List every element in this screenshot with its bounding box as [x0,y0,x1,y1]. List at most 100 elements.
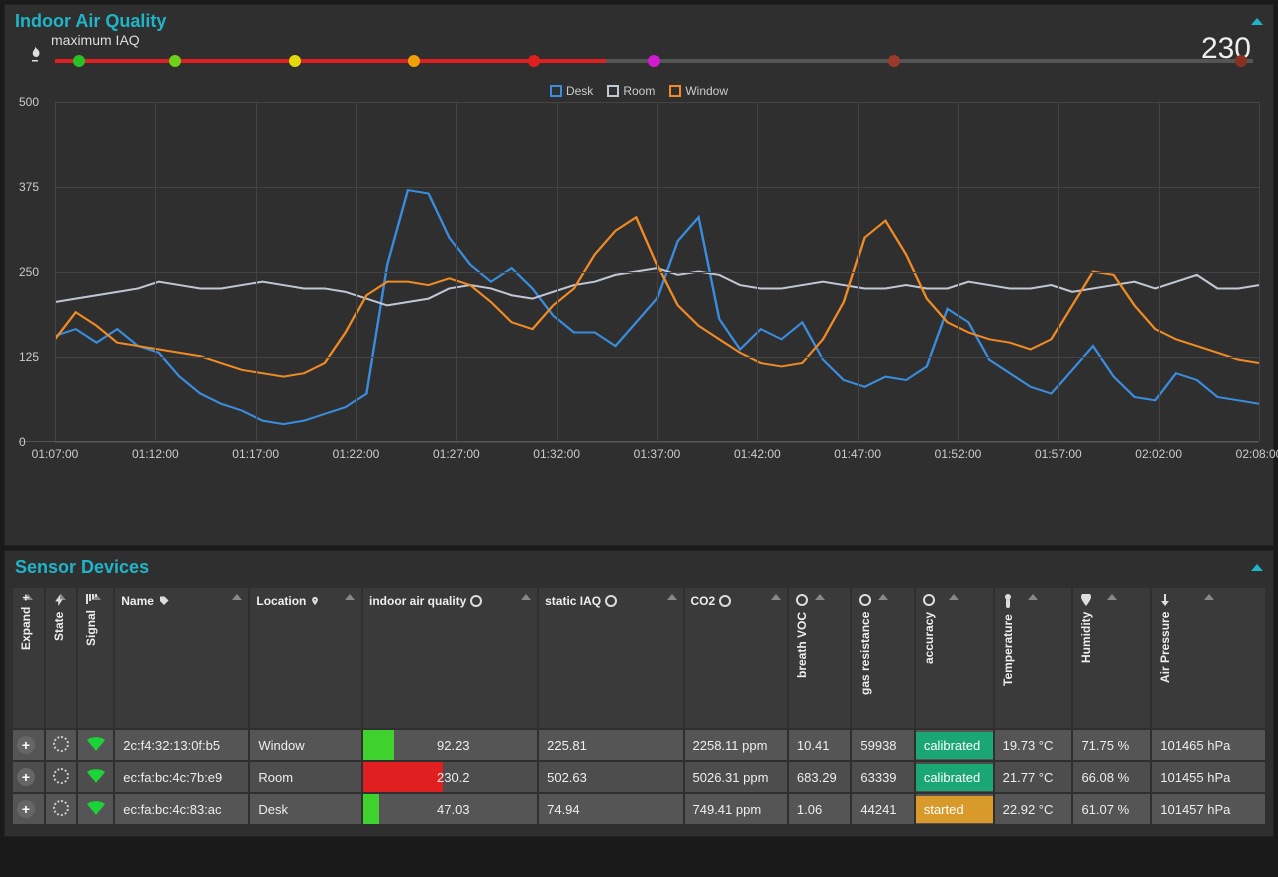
iaq-gauge: maximum IAQ 230 [5,36,1273,78]
cell-gas: 59938 [852,730,913,760]
column-header-location[interactable]: Location [250,588,361,728]
expand-button[interactable]: + [17,800,35,818]
wifi-icon [87,799,105,819]
iaq-icon [470,595,482,607]
table-row: +2c:f4:32:13:0f:b5Window92.23225.812258.… [13,730,1265,760]
collapse-icon[interactable] [1251,18,1263,25]
cell-temp: 22.92 °C [995,794,1072,824]
sort-icon[interactable] [345,594,355,600]
cell-bvoc: 10.41 [789,730,850,760]
column-label: Expand [19,607,33,650]
iaq-gauge-stop [169,55,181,67]
sort-icon[interactable] [667,594,677,600]
cell-location: Window [250,730,361,760]
sort-icon[interactable] [232,594,242,600]
collapse-icon[interactable] [1251,564,1263,571]
sort-icon[interactable] [1028,594,1038,600]
cell-accuracy: started [916,794,993,824]
column-label: indoor air quality [369,594,466,608]
y-tick-label: 250 [19,265,39,279]
table-row: +ec:fa:bc:4c:83:acDesk47.0374.94749.41 p… [13,794,1265,824]
cell-siaq: 502.63 [539,762,682,792]
sort-icon[interactable] [949,594,959,600]
column-header-gas[interactable]: gas resistance [852,588,913,728]
flame-icon [25,44,45,64]
iaq-panel-header: Indoor Air Quality [5,5,1273,36]
column-label: Humidity [1079,612,1093,663]
column-label: Air Pressure [1158,612,1172,683]
chart-plot[interactable]: 012525037550001:07:0001:12:0001:17:0001:… [19,102,1259,442]
column-header-humidity[interactable]: Humidity [1073,588,1150,728]
legend-item[interactable]: Room [607,84,655,98]
expand-button[interactable]: + [17,736,35,754]
sort-icon[interactable] [521,594,531,600]
column-header-temp[interactable]: Temperature [995,588,1072,728]
pressure-icon [1160,594,1170,606]
column-header-bvoc[interactable]: breath VOC [789,588,850,728]
sort-icon[interactable] [815,594,825,600]
cell-name: ec:fa:bc:4c:7b:e9 [115,762,248,792]
column-header-accuracy[interactable]: accuracy [916,588,993,728]
column-label: static IAQ [545,594,601,608]
column-label: Location [256,594,306,608]
legend-swatch [607,85,619,97]
iaq-gauge-stop [289,55,301,67]
gridline-v [356,102,357,441]
expand-button[interactable]: + [17,768,35,786]
legend-label: Window [685,84,728,98]
column-header-name[interactable]: Name [115,588,248,728]
column-header-pressure[interactable]: Air Pressure [1152,588,1265,728]
iaq-bar [363,730,394,760]
devices-table: Expand + State Signal Name Location indo… [11,586,1267,826]
humidity-icon [1081,594,1091,606]
iaq-panel-title: Indoor Air Quality [15,11,166,32]
cell-co2: 2258.11 ppm [685,730,787,760]
devices-panel-header: Sensor Devices [5,551,1273,582]
iaq-gauge-stop [73,55,85,67]
sort-icon[interactable] [771,594,781,600]
column-label: breath VOC [795,612,809,678]
wifi-icon [87,767,105,787]
x-tick-label: 02:08:00 [1236,447,1278,461]
column-header-iaq[interactable]: indoor air quality [363,588,537,728]
cell-humidity: 66.08 % [1073,762,1150,792]
column-header-state[interactable]: State [46,588,77,728]
gridline-v [757,102,758,441]
cell-iaq: 230.2 [363,762,537,792]
column-header-co2[interactable]: CO2 [685,588,787,728]
y-tick-label: 500 [19,95,39,109]
gridline-h [55,442,1259,443]
temp-icon [1004,594,1012,608]
column-label: gas resistance [858,612,872,695]
legend-item[interactable]: Window [669,84,728,98]
accuracy-badge: calibrated [916,732,993,759]
state-icon [54,594,64,606]
cell-signal [78,794,113,824]
column-header-expand[interactable]: Expand + [13,588,44,728]
iaq-gauge-fill [55,59,606,63]
iaq-value: 47.03 [437,802,470,817]
x-tick-label: 01:17:00 [232,447,279,461]
gridline-v [958,102,959,441]
legend-item[interactable]: Desk [550,84,593,98]
column-header-siaq[interactable]: static IAQ [539,588,682,728]
sort-icon[interactable] [878,594,888,600]
cell-name: 2c:f4:32:13:0f:b5 [115,730,248,760]
x-tick-label: 01:57:00 [1035,447,1082,461]
gridline-v [456,102,457,441]
cell-temp: 21.77 °C [995,762,1072,792]
cell-iaq: 92.23 [363,730,537,760]
column-label: accuracy [922,612,936,664]
cell-accuracy: calibrated [916,730,993,760]
devices-table-wrap: Expand + State Signal Name Location indo… [5,582,1273,836]
sort-icon[interactable] [1107,594,1117,600]
sort-icon[interactable] [1204,594,1214,600]
iaq-value: 92.23 [437,738,470,753]
cell-state [46,794,77,824]
cell-co2: 5026.31 ppm [685,762,787,792]
cell-location: Room [250,762,361,792]
x-tick-label: 02:02:00 [1135,447,1182,461]
x-tick-label: 01:37:00 [634,447,681,461]
column-header-signal[interactable]: Signal [78,588,113,728]
gridline-v [256,102,257,441]
